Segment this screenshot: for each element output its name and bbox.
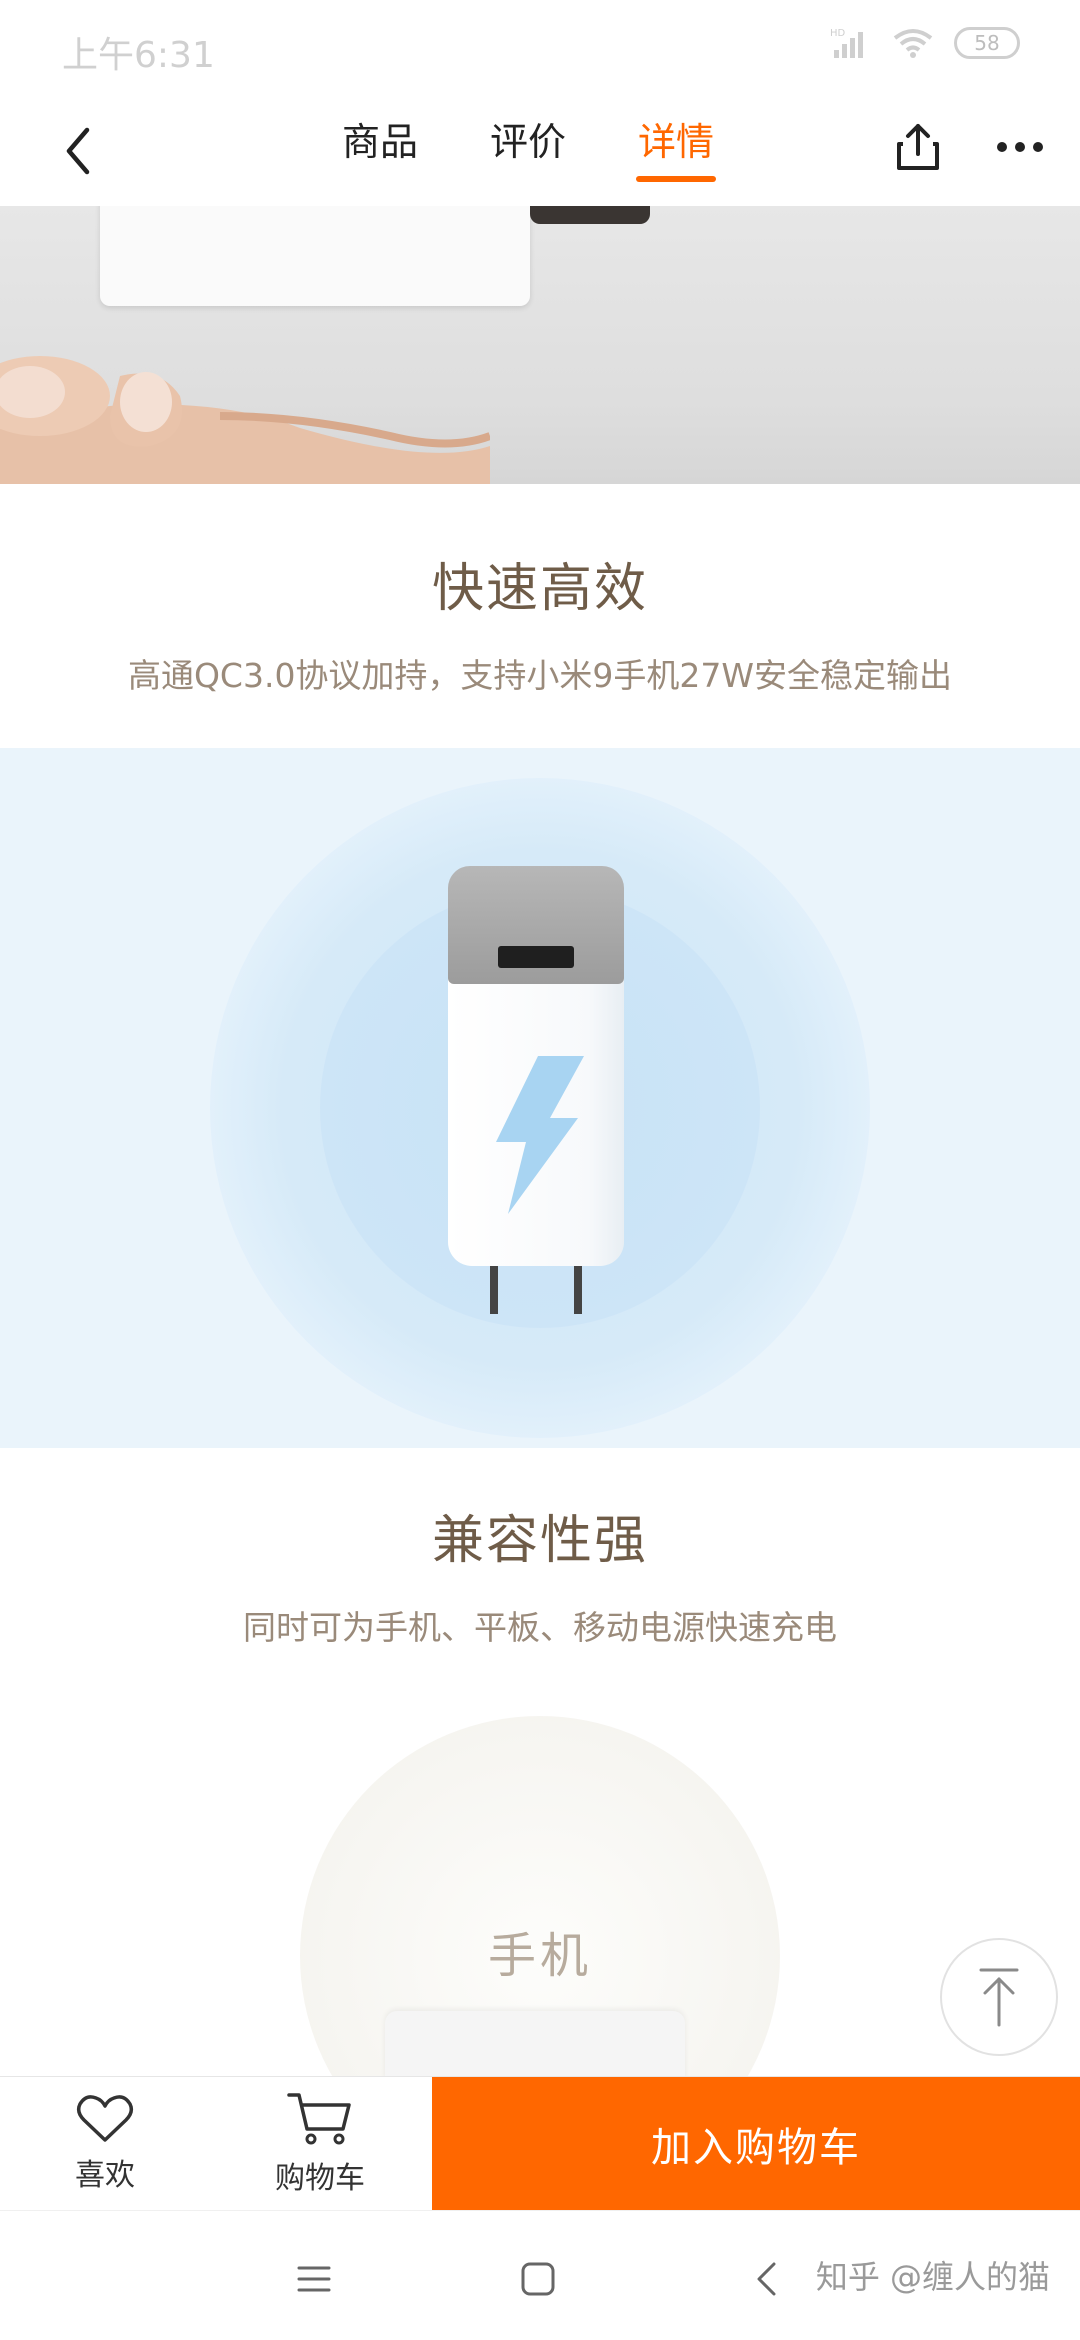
scroll-to-top-button[interactable] (940, 1938, 1058, 2056)
more-button[interactable] (985, 112, 1055, 182)
bottom-action-bar: 喜欢 购物车 加入购物车 (0, 2076, 1080, 2211)
compat-section: 兼容性强 同时可为手机、平板、移动电源快速充电 (0, 1498, 1080, 1649)
battery-indicator: 58 (954, 27, 1020, 59)
scroll-top-icon (979, 1968, 1019, 2027)
plug-prong-left (490, 1266, 498, 1314)
charger-photo-plug (530, 206, 650, 224)
home-button[interactable] (508, 2249, 568, 2309)
more-icon (997, 142, 1007, 152)
device-label-phone: 手机 (487, 1928, 592, 1984)
like-button[interactable]: 喜欢 (30, 2077, 180, 2211)
product-details-content[interactable]: 快速高效 高通QC3.0协议加持，支持小米9手机27W安全稳定输出 兼容性强 同… (0, 206, 1080, 2076)
watermark: 知乎 @缠人的猫 (815, 2258, 1050, 2296)
more-icon-dot (1033, 142, 1043, 152)
tab-product[interactable]: 商品 (340, 96, 420, 206)
lightning-bolt-icon (496, 1056, 584, 1214)
charger-illustration-panel (0, 748, 1080, 1448)
section-title-compat: 兼容性强 (431, 1511, 648, 1571)
menu-button[interactable] (284, 2249, 344, 2309)
section-subtitle-compat: 同时可为手机、平板、移动电源快速充电 (243, 1608, 837, 1647)
cart-icon (287, 2093, 351, 2145)
section-subtitle-fast: 高通QC3.0协议加持，支持小米9手机27W安全稳定输出 (127, 656, 953, 695)
usb-port (498, 946, 574, 968)
share-icon (897, 124, 939, 170)
home-icon (521, 2262, 555, 2296)
tab-bar: 商品 评价 详情 (340, 96, 717, 206)
section-title-fast: 快速高效 (431, 559, 648, 619)
system-back-button[interactable] (736, 2249, 796, 2309)
signal-icon: HD (830, 26, 872, 60)
product-photo-hand (0, 206, 1080, 484)
status-icons: HD 58 (830, 26, 1020, 60)
heart-icon (76, 2095, 134, 2142)
add-to-cart-button[interactable]: 加入购物车 (432, 2077, 1080, 2211)
cart-button[interactable]: 购物车 (245, 2077, 395, 2211)
tab-reviews[interactable]: 评价 (488, 96, 568, 206)
tab-details[interactable]: 详情 (636, 96, 717, 206)
menu-icon (297, 2266, 331, 2292)
charger-device-image (385, 2011, 685, 2076)
like-label: 喜欢 (75, 2158, 135, 2193)
back-icon (66, 127, 90, 175)
cart-label: 购物车 (275, 2161, 365, 2196)
hand-image (0, 356, 490, 484)
status-bar: 上午6:31 HD 58 (0, 0, 1080, 96)
share-button[interactable] (888, 112, 948, 182)
wifi-icon (892, 26, 934, 60)
more-icon-dot (1015, 142, 1025, 152)
plug-prong-right (574, 1266, 582, 1314)
network-badge: HD (830, 28, 846, 39)
top-nav: 商品 评价 详情 (0, 96, 1080, 206)
status-time: 上午6:31 (62, 35, 215, 76)
back-button[interactable] (48, 116, 108, 186)
back-nav-icon (757, 2262, 776, 2296)
fast-section: 快速高效 高通QC3.0协议加持，支持小米9手机27W安全稳定输出 (0, 546, 1080, 697)
charger-image (448, 866, 624, 1314)
